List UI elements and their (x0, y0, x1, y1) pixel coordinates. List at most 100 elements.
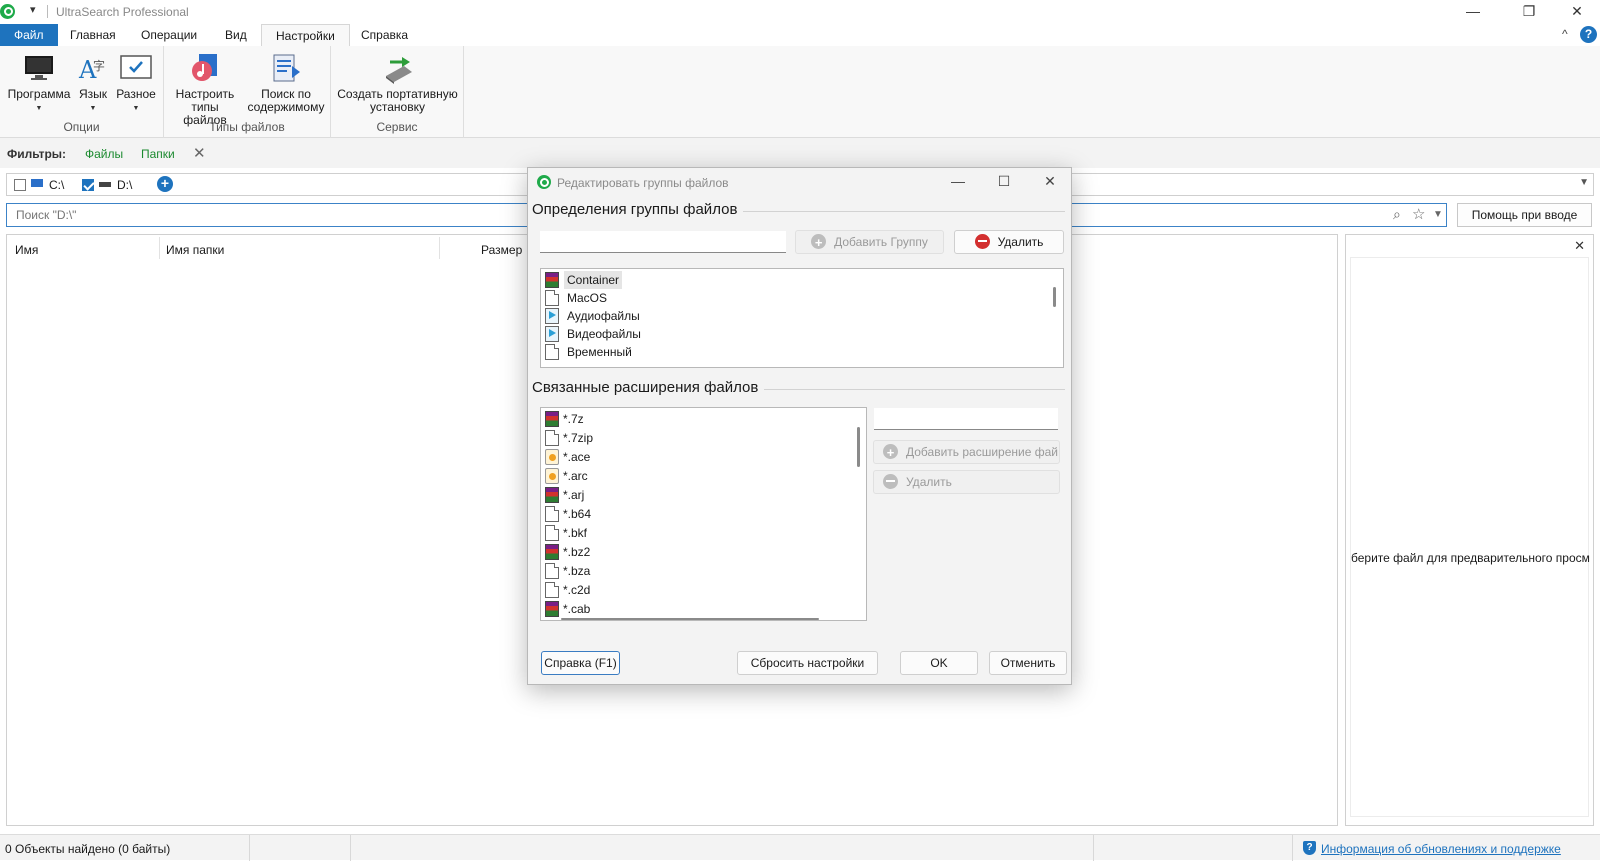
quick-access-dropdown-icon[interactable]: ▾ (30, 3, 36, 16)
language-button[interactable]: A字 Язык ▼ (76, 52, 110, 115)
list-item-label: *.bza (563, 564, 591, 578)
extensions-hscrollbar[interactable] (561, 618, 819, 620)
misc-button[interactable]: Разное ▼ (114, 52, 158, 115)
content-search-label-line1: Поиск по (261, 87, 311, 101)
add-drive-icon[interactable]: + (157, 176, 173, 192)
drive-c-checkbox[interactable] (14, 179, 26, 191)
usb-drive-icon (382, 52, 414, 84)
list-item-label: *.bkf (563, 526, 588, 540)
group-name-input[interactable] (540, 231, 786, 253)
clear-filters-icon[interactable]: ✕ (193, 144, 206, 162)
search-icon[interactable]: ⌕ (1393, 206, 1401, 223)
filter-files-link[interactable]: Файлы (85, 147, 123, 161)
dialog-title: Редактировать группы файлов (557, 176, 729, 190)
close-button[interactable]: ✕ (1554, 0, 1600, 22)
content-search-icon (270, 52, 302, 84)
archive-icon (545, 601, 559, 617)
groups-scrollbar[interactable] (1053, 287, 1056, 307)
add-extension-button[interactable]: Добавить расширение фай (873, 440, 1060, 464)
content-search-label-line2: содержимому (247, 100, 325, 114)
restore-button[interactable]: ❐ (1506, 0, 1552, 22)
document-icon (545, 582, 559, 598)
drive-c-label: C:\ (49, 178, 65, 192)
preview-panel: ✕ берите файл для предварительного просм… (1345, 234, 1594, 826)
extensions-scrollbar[interactable] (857, 427, 860, 467)
ace-icon (545, 468, 559, 484)
list-item-label: *.cab (563, 602, 591, 616)
delete-extension-button[interactable]: Удалить (873, 470, 1060, 494)
document-icon (545, 290, 559, 306)
extensions-list[interactable]: *.7z *.7zip *.ace *.arc *.arj *.b64 *.bk… (540, 407, 867, 621)
chevron-down-icon: ▼ (132, 105, 140, 112)
file-groups-list[interactable]: Container MacOS Аудиофайлы Видеофайлы Вр… (540, 268, 1064, 368)
svg-text:字: 字 (93, 58, 105, 73)
list-item-label: Аудиофайлы (567, 309, 640, 323)
tab-home[interactable]: Главная (56, 24, 130, 46)
column-divider[interactable] (159, 237, 160, 259)
tab-file[interactable]: Файл (0, 24, 58, 46)
ribbon-group-filetypes: Настроить типы файлов Поиск по содержимо… (164, 46, 331, 138)
archive-icon (545, 544, 559, 560)
star-icon[interactable]: ☆ (1412, 205, 1425, 223)
ribbon-group-service: Создать портативную установку Сервис (331, 46, 464, 138)
program-button[interactable]: Программа ▼ (6, 52, 72, 115)
filetypes-group-label: Типы файлов (209, 120, 285, 134)
dialog-close-button[interactable]: ✕ (1030, 170, 1070, 192)
document-icon (545, 430, 559, 446)
remove-icon (883, 474, 898, 489)
list-item-label: *.bz2 (563, 545, 591, 559)
tab-view[interactable]: Вид (211, 24, 261, 46)
column-divider[interactable] (439, 237, 440, 259)
delete-group-button[interactable]: Удалить (954, 230, 1064, 254)
add-icon (811, 232, 827, 253)
collapse-ribbon-icon[interactable]: ^ (1562, 27, 1568, 41)
chevron-down-icon[interactable]: ▼ (1579, 177, 1589, 188)
video-icon (545, 326, 559, 342)
column-header-name[interactable]: Имя (15, 243, 38, 257)
close-preview-icon[interactable]: ✕ (1574, 238, 1585, 254)
list-item-label: *.ace (563, 450, 591, 464)
chevron-down-icon[interactable]: ▼ (1433, 209, 1443, 220)
delete-group-label: Удалить (997, 235, 1044, 249)
filter-folders-link[interactable]: Папки (141, 147, 175, 161)
tab-help[interactable]: Справка (347, 24, 422, 46)
document-icon (545, 563, 559, 579)
preview-area: берите файл для предварительного просмо (1350, 257, 1590, 817)
input-help-button[interactable]: Помощь при вводе (1457, 203, 1592, 227)
column-header-folder[interactable]: Имя папки (166, 243, 224, 257)
drive-d-checkbox[interactable] (82, 179, 94, 191)
dialog-help-button[interactable]: Справка (F1) (541, 651, 620, 675)
title-bar: ▾ UltraSearch Professional — ❐ ✕ (0, 0, 1600, 24)
add-group-button[interactable]: Добавить Группу (795, 230, 944, 254)
list-item-label: *.c2d (563, 583, 591, 597)
tab-operations[interactable]: Операции (127, 24, 211, 46)
minimize-button[interactable]: — (1450, 0, 1496, 22)
configure-filetypes-button[interactable]: Настроить типы файлов (168, 52, 242, 127)
cancel-button[interactable]: Отменить (989, 651, 1067, 675)
dialog-maximize-button[interactable]: ☐ (984, 170, 1024, 192)
help-icon[interactable]: ? (1580, 26, 1597, 43)
status-bar: 0 Объекты найдено (0 байты) ? Информация… (0, 834, 1600, 861)
ace-icon (545, 449, 559, 465)
extension-input[interactable] (874, 408, 1058, 430)
reset-settings-button[interactable]: Сбросить настройки (737, 651, 878, 675)
windows-drive-icon (31, 179, 43, 187)
status-divider (249, 835, 250, 861)
configure-filetypes-label-line1: Настроить (175, 87, 235, 101)
add-icon (883, 442, 898, 463)
search-input[interactable] (14, 207, 514, 223)
monitor-icon (23, 52, 55, 84)
language-label: Язык (78, 87, 108, 101)
tab-settings[interactable]: Настройки (261, 24, 350, 47)
window-title: UltraSearch Professional (56, 5, 189, 19)
title-separator (47, 5, 48, 18)
create-portable-button[interactable]: Создать портативную установку (335, 52, 460, 114)
ok-button[interactable]: OK (900, 651, 978, 675)
content-search-button[interactable]: Поиск по содержимому (246, 52, 326, 114)
chevron-down-icon: ▼ (35, 105, 43, 112)
dialog-minimize-button[interactable]: — (938, 170, 978, 192)
list-item-label: MacOS (567, 291, 608, 305)
updates-support-link[interactable]: Информация об обновлениях и поддержке (1321, 842, 1561, 856)
list-item-label: Container (564, 271, 623, 289)
column-header-size[interactable]: Размер (481, 243, 522, 257)
